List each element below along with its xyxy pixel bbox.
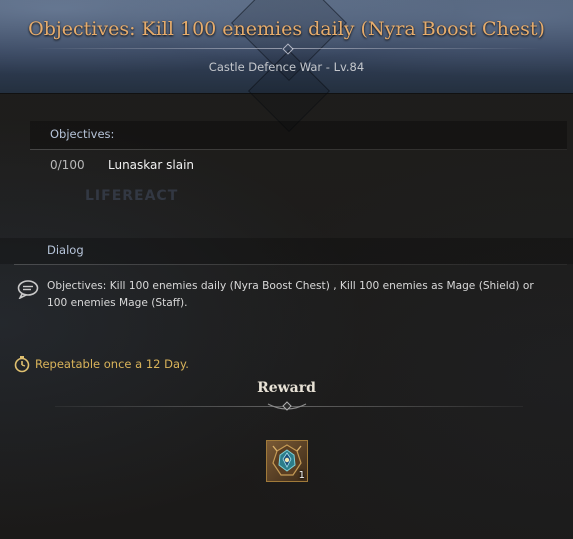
dialog-text: Objectives: Kill 100 enemies daily (Nyra… — [47, 280, 534, 309]
title-divider-left — [32, 48, 282, 49]
quest-title: Objectives: Kill 100 enemies daily (Nyra… — [28, 18, 545, 40]
objective-progress: 0/100 — [50, 158, 85, 172]
repeatable-text: Repeatable once a 12 Day. — [35, 357, 189, 371]
quest-header: Objectives: Kill 100 enemies daily (Nyra… — [0, 0, 573, 133]
stopwatch-icon — [14, 356, 30, 373]
dialog-header-panel — [0, 238, 573, 264]
quest-subtitle: Castle Defence War - Lv.84 — [208, 60, 365, 74]
objectives-label: Objectives: — [50, 127, 115, 141]
title-divider-right — [292, 48, 542, 49]
reward-title: Reward — [257, 380, 316, 396]
reward-ornament-icon — [267, 401, 307, 411]
chat-bubble-icon — [17, 280, 39, 299]
watermark: LIFEREACT — [85, 188, 179, 204]
objective-text: Lunaskar slain — [108, 158, 195, 172]
reward-count: 1 — [298, 470, 305, 481]
dialog-label: Dialog — [47, 243, 84, 257]
reward-item-slot[interactable]: 1 — [266, 440, 308, 482]
dialog-divider — [14, 264, 567, 265]
objectives-divider — [30, 149, 567, 150]
